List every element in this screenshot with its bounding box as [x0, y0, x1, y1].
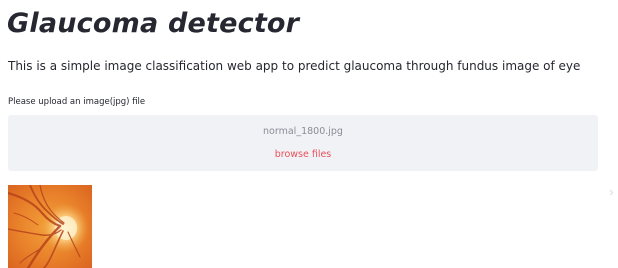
file-uploader-label: Please upload an image(jpg) file	[8, 97, 146, 107]
faint-mark	[609, 189, 614, 196]
app-description: This is a simple image classification we…	[8, 59, 581, 73]
browse-files-link[interactable]: browse files	[8, 148, 598, 162]
page-title: Glaucoma detector	[7, 8, 300, 39]
fundus-image	[8, 185, 92, 268]
file-dropzone[interactable]: normal_1800.jpg browse files	[8, 115, 598, 171]
uploaded-file-name: normal_1800.jpg	[263, 126, 343, 137]
